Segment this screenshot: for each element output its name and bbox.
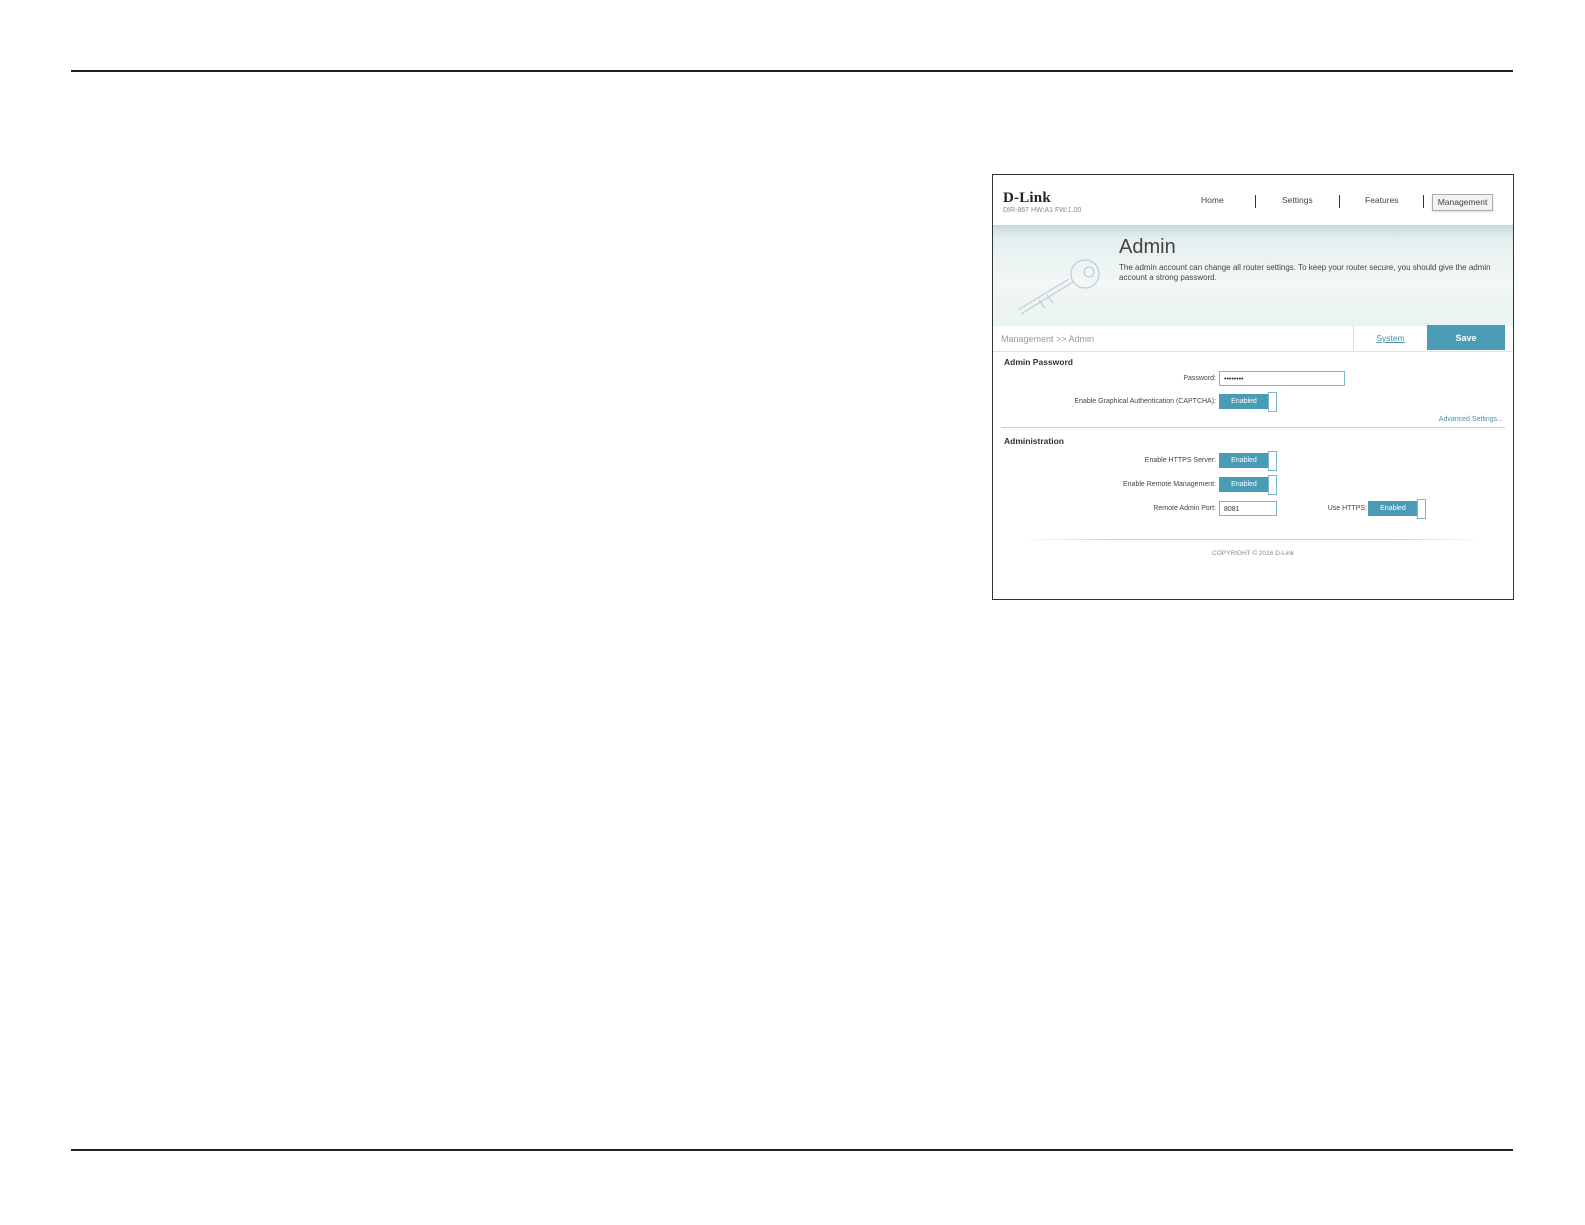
nav-separator bbox=[1255, 195, 1256, 208]
footer-divider bbox=[1023, 539, 1483, 540]
https-server-label: Enable HTTPS Server: bbox=[1144, 457, 1216, 464]
captcha-toggle[interactable]: Enabled bbox=[1219, 392, 1277, 412]
nav-separator bbox=[1339, 195, 1340, 208]
nav-settings[interactable]: Settings bbox=[1282, 195, 1313, 205]
model-info: DIR-867 HW:A1 FW:1.00 bbox=[1003, 207, 1082, 214]
password-field[interactable]: •••••••• bbox=[1219, 371, 1345, 386]
copyright: COPYRIGHT © 2016 D-Link bbox=[1212, 550, 1294, 557]
page-bottom-rule bbox=[71, 1149, 1513, 1151]
advanced-settings-link[interactable]: Advanced Settings... bbox=[1439, 416, 1503, 423]
action-bar: Management >> Admin System Save bbox=[993, 325, 1513, 352]
router-admin-screenshot: D-Link DIR-867 HW:A1 FW:1.00 Home Settin… bbox=[992, 174, 1514, 600]
toggle-knob bbox=[1417, 499, 1426, 519]
nav-features[interactable]: Features bbox=[1365, 195, 1399, 205]
toggle-knob bbox=[1268, 451, 1277, 471]
nav-separator bbox=[1423, 195, 1424, 208]
nav-home[interactable]: Home bbox=[1201, 195, 1224, 205]
section-divider bbox=[1001, 427, 1505, 428]
remote-management-label: Enable Remote Management: bbox=[1123, 481, 1216, 488]
nav-management[interactable]: Management bbox=[1432, 194, 1493, 211]
toggle-state: Enabled bbox=[1219, 477, 1269, 492]
page-title: Admin bbox=[1119, 236, 1176, 258]
key-icon bbox=[1017, 259, 1100, 315]
use-https-label: Use HTTPS: bbox=[1327, 505, 1367, 512]
toggle-state: Enabled bbox=[1368, 501, 1418, 516]
system-link[interactable]: System bbox=[1353, 325, 1427, 350]
router-header: D-Link DIR-867 HW:A1 FW:1.00 Home Settin… bbox=[993, 175, 1513, 225]
page-top-rule bbox=[71, 70, 1513, 72]
use-https-toggle[interactable]: Enabled bbox=[1368, 499, 1426, 519]
remote-admin-port-label: Remote Admin Port: bbox=[1153, 505, 1216, 512]
captcha-label: Enable Graphical Authentication (CAPTCHA… bbox=[1074, 398, 1216, 405]
section-title-administration: Administration bbox=[1004, 436, 1064, 446]
toggle-knob bbox=[1268, 392, 1277, 412]
save-button[interactable]: Save bbox=[1427, 325, 1505, 350]
https-server-toggle[interactable]: Enabled bbox=[1219, 451, 1277, 471]
breadcrumb: Management >> Admin bbox=[1001, 334, 1095, 344]
toggle-knob bbox=[1268, 475, 1277, 495]
dlink-logo: D-Link bbox=[1003, 190, 1051, 206]
remote-management-toggle[interactable]: Enabled bbox=[1219, 475, 1277, 495]
remote-admin-port-field[interactable]: 8081 bbox=[1219, 501, 1277, 516]
password-label: Password: bbox=[1183, 375, 1216, 382]
section-title-admin-password: Admin Password bbox=[1004, 357, 1073, 367]
admin-banner: Admin The admin account can change all r… bbox=[993, 225, 1513, 326]
toggle-state: Enabled bbox=[1219, 453, 1269, 468]
page-description: The admin account can change all router … bbox=[1119, 263, 1491, 282]
toggle-state: Enabled bbox=[1219, 394, 1269, 409]
